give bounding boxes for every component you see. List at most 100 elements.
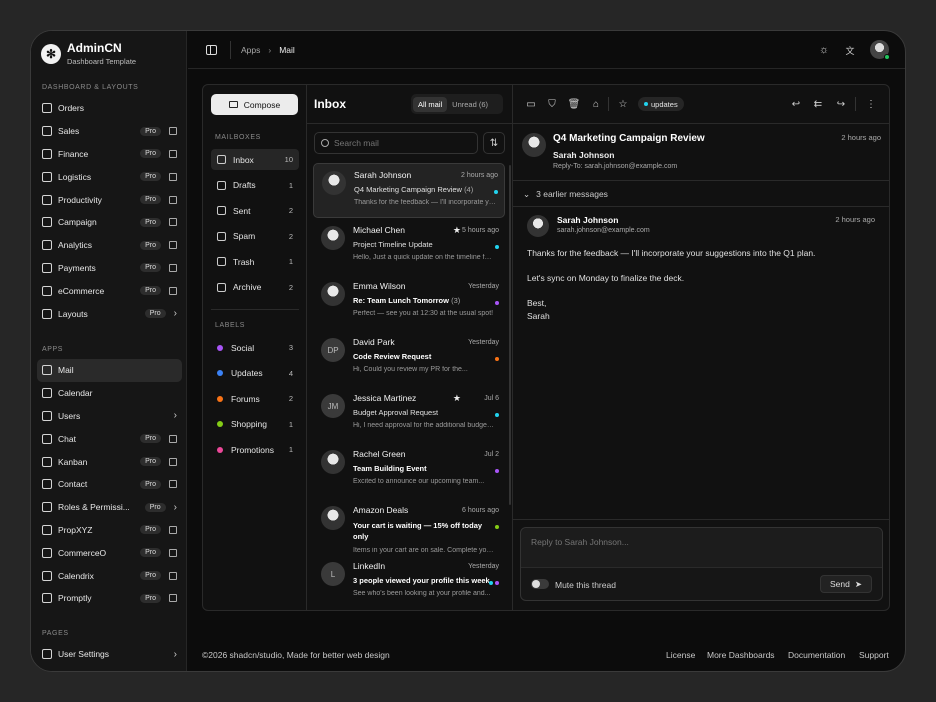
mailbox-trash[interactable]: Trash 1 [211, 251, 299, 272]
tab-all-mail[interactable]: All mail [413, 96, 448, 112]
tab-unread[interactable]: Unread (6) [447, 97, 493, 112]
sidebar-item-campaign[interactable]: Campaign Pro [37, 211, 182, 234]
sidebar-item-contact[interactable]: Contact Pro [37, 473, 182, 496]
earlier-messages-toggle[interactable]: ⌄ 3 earlier messages [523, 189, 608, 200]
mailbox-archive[interactable]: Archive 2 [211, 277, 299, 298]
label-name: Updates [231, 368, 263, 378]
sidebar: ✻ AdminCN Dashboard Template DASHBOARD &… [31, 31, 187, 671]
sidebar-item-label: Calendar [58, 388, 93, 399]
sidebar-item-label: Users [58, 410, 81, 421]
sidebar-item-roles-permissi[interactable]: Roles & Permissi... Pro › [37, 496, 182, 519]
trash-icon[interactable]: 🗑︎ [568, 98, 581, 110]
reply-input[interactable] [521, 528, 882, 568]
message-preview: Excited to announce our upcoming team... [353, 478, 485, 485]
shield-icon[interactable]: ⛉ [546, 98, 558, 110]
message-item[interactable]: Michael Chen ★ 5 hours ago Project Timeline… [313, 219, 505, 274]
pro-badge: Pro [144, 502, 166, 512]
calendrix-icon [42, 570, 52, 581]
sidebar-item-analytics[interactable]: Analytics Pro [37, 234, 182, 257]
label-dot [495, 413, 499, 417]
external-link-icon [169, 149, 177, 158]
mailbox-spam[interactable]: Spam 2 [211, 226, 299, 247]
reply-icon[interactable]: ↩ [790, 98, 802, 110]
message-item[interactable]: Emma Wilson Yesterday Re: Team Lunch Tomor… [313, 275, 505, 330]
sort-button[interactable]: ⇅ [483, 132, 505, 154]
sidebar-item-layouts[interactable]: Layouts Pro › [37, 302, 182, 325]
mailbox-drafts[interactable]: Drafts 1 [211, 175, 299, 196]
message-subject: 3 people viewed your profile this week [353, 576, 490, 585]
mailboxes-label: MAILBOXES [215, 134, 261, 141]
label-forums[interactable]: Forums 2 [211, 388, 299, 409]
chevron-right-icon: › [173, 648, 177, 660]
breadcrumb-apps[interactable]: Apps [241, 45, 260, 55]
sidebar-item-ecommerce[interactable]: eCommerce Pro [37, 279, 182, 302]
label-social[interactable]: Social 3 [211, 337, 299, 358]
message-item[interactable]: Sarah Johnson 2 hours ago Q4 Marketing Cam… [313, 163, 505, 218]
star-icon[interactable]: ★ [453, 225, 461, 236]
message-sender: Rachel Green [353, 449, 406, 459]
message-item[interactable]: Rachel Green Jul 2 Team Building Event Exc… [313, 443, 505, 498]
message-preview: Hi, Could you review my PR for the... [353, 366, 468, 373]
sidebar-item-payments[interactable]: Payments Pro [37, 257, 182, 280]
archive-icon[interactable]: ▭ [525, 98, 537, 110]
brand[interactable]: ✻ AdminCN Dashboard Template [41, 41, 136, 66]
message-item[interactable]: L LinkedIn Yesterday 3 people viewed your p… [313, 555, 505, 610]
footer-link-support[interactable]: Support [859, 650, 889, 660]
footer-link-license[interactable]: License [666, 650, 695, 660]
filter-tabs: All mail Unread (6) [411, 94, 503, 114]
star-icon[interactable]: ☆ [617, 98, 629, 110]
more-icon[interactable]: ⋮ [865, 98, 877, 110]
sidebar-item-kanban[interactable]: Kanban Pro [37, 450, 182, 473]
label-color-dot [217, 370, 223, 376]
message-item[interactable]: DP David Park Yesterday Code Review Request… [313, 331, 505, 386]
orders-icon [42, 103, 52, 114]
footer-link-more-dashboards[interactable]: More Dashboards [707, 650, 775, 660]
mute-toggle[interactable] [531, 579, 549, 589]
scrollbar[interactable] [509, 165, 511, 505]
sidebar-item-logistics[interactable]: Logistics Pro [37, 165, 182, 188]
sidebar-item-sales[interactable]: Sales Pro [37, 120, 182, 143]
label-shopping[interactable]: Shopping 1 [211, 414, 299, 435]
sidebar-item-orders[interactable]: Orders [37, 97, 182, 120]
label-updates[interactable]: Updates 4 [211, 363, 299, 384]
mailbox-sent[interactable]: Sent 2 [211, 200, 299, 221]
pro-badge: Pro [140, 172, 161, 182]
external-link-icon [169, 195, 177, 204]
star-icon[interactable]: ★ [453, 393, 461, 404]
language-icon[interactable]: 文 [844, 44, 856, 56]
theme-toggle-icon[interactable]: ☼ [818, 44, 830, 56]
user-avatar[interactable] [870, 40, 890, 60]
tag-icon[interactable]: ⌂ [590, 98, 602, 110]
sidebar-item-propxyz[interactable]: PropXYZ Pro [37, 519, 182, 542]
sidebar-item-users[interactable]: Users › [37, 405, 182, 428]
mailbox-count: 1 [288, 257, 293, 266]
label-promotions[interactable]: Promotions 1 [211, 439, 299, 460]
pro-badge: Pro [140, 571, 161, 581]
sidebar-toggle-icon[interactable] [206, 45, 217, 55]
sidebar-item-commerceo[interactable]: CommerceO Pro [37, 541, 182, 564]
sidebar-item-promptly[interactable]: Promptly Pro [37, 587, 182, 610]
sidebar-item-label: Promptly [58, 593, 92, 604]
mailbox-column: Compose MAILBOXES Inbox 10 Drafts 1 Sent 2 Spa… [203, 85, 307, 610]
sidebar-item-chat[interactable]: Chat Pro [37, 427, 182, 450]
search-field[interactable] [314, 132, 478, 154]
footer-link-documentation[interactable]: Documentation [788, 650, 845, 660]
mailbox-inbox[interactable]: Inbox 10 [211, 149, 299, 170]
compose-button[interactable]: Compose [211, 94, 298, 115]
detail-from: Sarah Johnson [553, 150, 615, 160]
sidebar-item-calendrix[interactable]: Calendrix Pro [37, 564, 182, 587]
reply-all-icon[interactable]: ⇇ [812, 98, 824, 110]
message-item[interactable]: Amazon Deals 6 hours ago Your cart is wait… [313, 499, 505, 554]
updates-tag[interactable]: updates [638, 97, 684, 111]
sidebar-item-finance[interactable]: Finance Pro [37, 143, 182, 166]
sidebar-item-productivity[interactable]: Productivity Pro [37, 188, 182, 211]
message-item[interactable]: JM Jessica Martinez ★ Jul 6 Budget Approval … [313, 387, 505, 442]
forward-icon[interactable]: ↪ [835, 98, 847, 110]
sidebar-item-calendar[interactable]: Calendar [37, 382, 182, 405]
sidebar-item-mail[interactable]: Mail [37, 359, 182, 382]
search-input[interactable] [334, 138, 464, 148]
avatar [321, 282, 345, 306]
message-email: sarah.johnson@example.com [557, 227, 650, 234]
sidebar-item-user-settings[interactable]: User Settings › [37, 643, 182, 666]
send-button[interactable]: Send ➤ [820, 575, 872, 593]
